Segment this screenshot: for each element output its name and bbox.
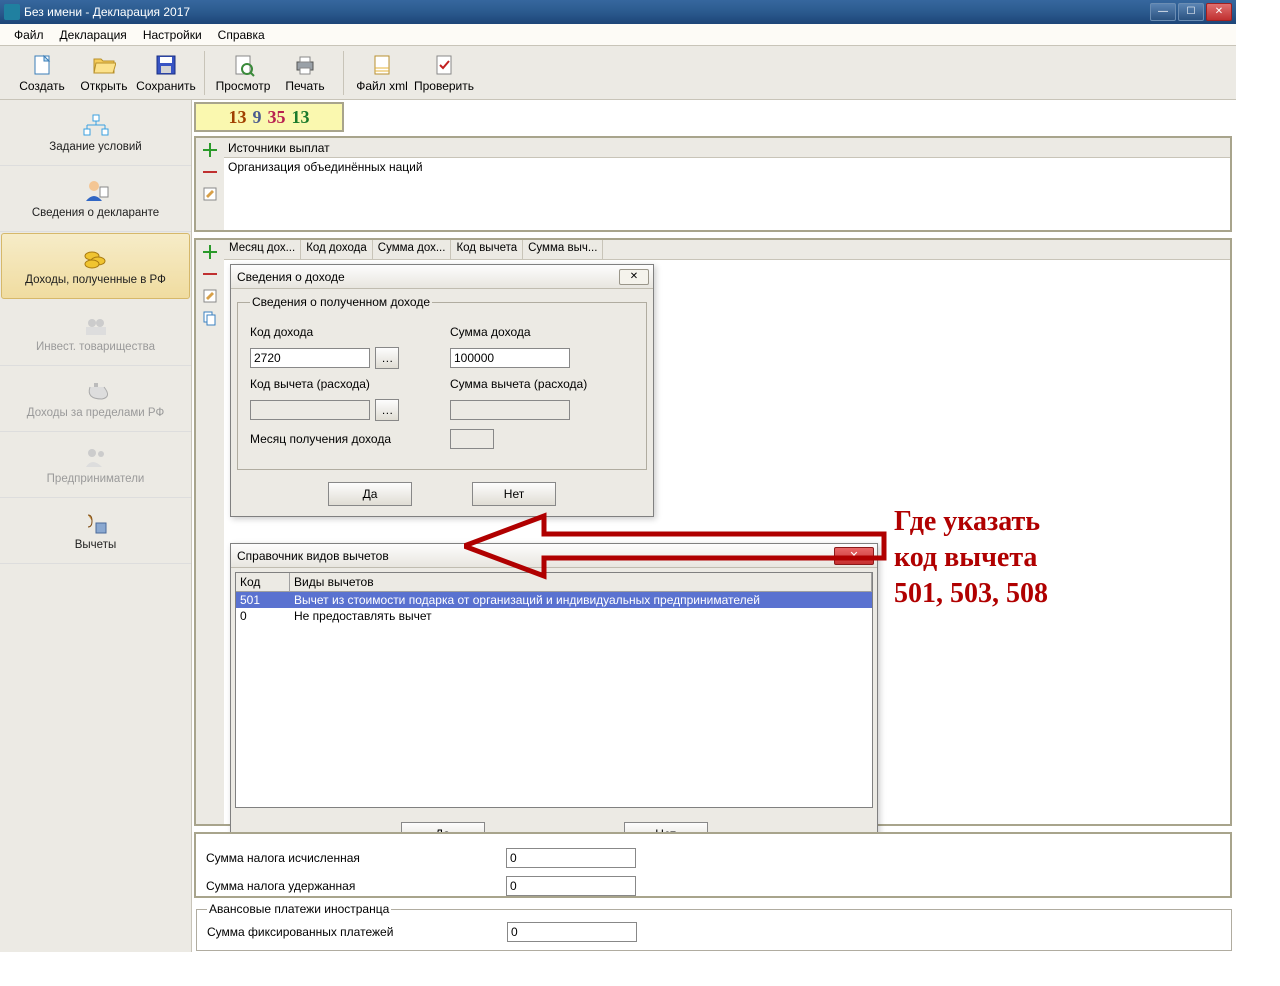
maximize-button[interactable]: ☐ [1178,3,1204,21]
fixed-payments-input[interactable] [507,922,637,942]
menubar: Файл Декларация Настройки Справка [0,24,1236,46]
partnership-icon [82,313,110,337]
preview-button[interactable]: Просмотр [213,48,273,98]
sidebar-item-invest: Инвест. товарищества [0,300,191,366]
bag-icon [82,379,110,403]
sidebar-item-declarant[interactable]: Сведения о декларанте [0,166,191,232]
add-icon[interactable] [202,244,218,260]
income-month-input[interactable] [450,429,494,449]
content-area: 13 9 35 13 Источники выплат Организация … [192,100,1236,952]
create-button[interactable]: Создать [12,48,72,98]
dialog-title: Сведения о доходе [237,270,345,284]
open-button[interactable]: Открыть [74,48,134,98]
sources-panel: Источники выплат Организация объединённы… [194,136,1232,232]
reference-row[interactable]: 0 Не предоставлять вычет [236,608,872,624]
advance-payments: Авансовые платежи иностранца Сумма фикси… [196,902,1232,948]
source-row[interactable]: Организация объединённых наций [224,158,1230,176]
menu-settings[interactable]: Настройки [137,26,208,44]
tax-withheld-input[interactable] [506,876,636,896]
toolbar: Создать Открыть Сохранить Просмотр Печат… [0,46,1236,100]
income-code-picker[interactable]: … [375,347,399,369]
open-folder-icon [92,53,116,77]
income-code-input[interactable] [250,348,370,368]
income-columns: Месяц дох... Код дохода Сумма дох... Код… [224,240,1230,260]
tax-calculated-input[interactable] [506,848,636,868]
window-title: Без имени - Декларация 2017 [24,5,190,19]
minimize-button[interactable]: — [1150,3,1176,21]
check-file-icon [432,53,456,77]
app-icon [4,4,20,20]
sidebar-item-deductions[interactable]: Вычеты [0,498,191,564]
save-disk-icon [154,53,178,77]
reference-grid: Код Виды вычетов 501 Вычет из стоимости … [235,572,873,808]
reference-dialog: Справочник видов вычетов ✕ Код Виды выче… [230,543,878,861]
menu-declaration[interactable]: Декларация [54,26,133,44]
remove-icon[interactable] [202,266,218,282]
xml-button[interactable]: Файл xml [352,48,412,98]
new-file-icon [30,53,54,77]
repeat-icon[interactable] [202,310,218,326]
person-icon [82,179,110,203]
sidebar-item-entrepreneurs: Предприниматели [0,432,191,498]
income-dialog-yes-button[interactable]: Да [328,482,412,506]
conditions-icon [82,113,110,137]
close-button[interactable]: ✕ [1206,3,1232,21]
print-icon [293,53,317,77]
menu-file[interactable]: Файл [8,26,50,44]
preview-icon [231,53,255,77]
income-sum-input[interactable] [450,348,570,368]
income-panel: Месяц дох... Код дохода Сумма дох... Код… [194,238,1232,826]
coins-icon [82,246,110,270]
income-dialog-no-button[interactable]: Нет [472,482,556,506]
annotation-text: Где указать код вычета 501, 503, 508 [894,504,1048,611]
deduction-sum-input[interactable] [450,400,570,420]
reference-row[interactable]: 501 Вычет из стоимости подарка от органи… [236,592,872,608]
sources-header: Источники выплат [228,141,330,155]
deductions-icon [82,511,110,535]
xml-file-icon [370,53,394,77]
dialog-close-button[interactable]: ✕ [619,269,649,285]
add-icon[interactable] [202,142,218,158]
remove-icon[interactable] [202,164,218,180]
sidebar: Задание условий Сведения о декларанте До… [0,100,192,952]
titlebar: Без имени - Декларация 2017 — ☐ ✕ [0,0,1236,24]
print-button[interactable]: Печать [275,48,335,98]
app-window: Без имени - Декларация 2017 — ☐ ✕ Файл Д… [0,0,1236,952]
reference-dialog-title: Справочник видов вычетов [237,549,389,563]
check-button[interactable]: Проверить [414,48,474,98]
deduction-code-picker[interactable]: … [375,399,399,421]
income-toolbar [196,240,224,824]
edit-icon[interactable] [202,186,218,202]
edit-icon[interactable] [202,288,218,304]
sources-toolbar [196,138,224,230]
annotation-arrow [464,506,894,586]
sidebar-item-conditions[interactable]: Задание условий [0,100,191,166]
income-dialog: Сведения о доходе ✕ Сведения о полученно… [230,264,654,517]
menu-help[interactable]: Справка [212,26,271,44]
save-button[interactable]: Сохранить [136,48,196,98]
entrepreneurs-icon [82,445,110,469]
tax-summary: Сумма налога исчисленная Сумма налога уд… [194,832,1232,898]
sidebar-item-income-rf[interactable]: Доходы, полученные в РФ [1,233,190,299]
tax-rate-tabs[interactable]: 13 9 35 13 [194,102,344,132]
deduction-code-input[interactable] [250,400,370,420]
sidebar-item-income-foreign: Доходы за пределами РФ [0,366,191,432]
